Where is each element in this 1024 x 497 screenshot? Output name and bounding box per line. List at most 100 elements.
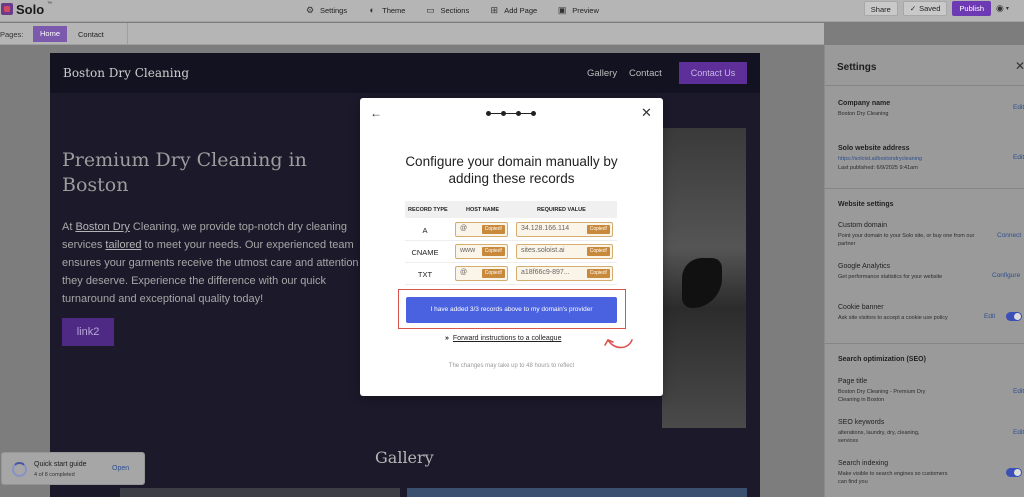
solo-logo[interactable]: Solo ™ — [0, 0, 52, 18]
search-indexing-desc: Make visible to search engines so custom… — [838, 471, 948, 485]
table-row: CNAME www Copied! sites.soloist.ai Copie… — [405, 241, 617, 263]
nav-add-page-button[interactable]: ⊞ Add Page — [489, 3, 537, 17]
column-header-record-type: RECORD TYPE — [408, 207, 448, 213]
copied-badge[interactable]: Copied! — [586, 225, 610, 234]
company-name-label: Company name — [838, 100, 891, 107]
nav-settings-label: Settings — [320, 5, 348, 15]
hero-text-part: Cleaning, we provide top-notch dry clean… — [129, 221, 347, 233]
table-row: TXT @ Copied! a18f66c9-897... Copied! — [405, 263, 617, 285]
website-address-link[interactable]: https://soloist.ai/bostondrycleaning — [838, 155, 988, 163]
record-type: CNAME — [411, 248, 439, 257]
google-analytics-desc: Get performance statistics for your webs… — [838, 274, 943, 280]
nav-theme-button[interactable]: ◐ Theme — [367, 3, 405, 17]
settings-title: Settings — [837, 62, 877, 73]
seo-keywords-label: SEO keywords — [838, 419, 885, 426]
site-header: Boston Dry Cleaning Gallery Contact Cont… — [50, 53, 760, 93]
page-tab-home[interactable]: Home — [33, 26, 67, 42]
edit-cookie-banner-button[interactable]: Edit — [984, 313, 995, 320]
host-name-field[interactable]: www Copied! — [455, 244, 508, 259]
copied-badge[interactable]: Copied! — [481, 269, 505, 278]
site-nav-contact[interactable]: Contact — [629, 68, 662, 79]
share-button[interactable]: Share — [863, 1, 898, 16]
nav-theme-label: Theme — [382, 5, 406, 15]
hero-link-tailored[interactable]: tailored — [105, 239, 141, 251]
table-header: RECORD TYPE HOST NAME REQUIRED VALUE — [405, 201, 617, 218]
required-value-field[interactable]: a18f66c9-897... Copied! — [516, 266, 613, 281]
site-nav-gallery[interactable]: Gallery — [587, 68, 617, 79]
close-icon[interactable]: ✕ — [1015, 59, 1024, 73]
step-dot — [531, 111, 536, 116]
hero-button[interactable]: link2 — [62, 318, 114, 346]
edit-company-name-button[interactable]: Edit — [1013, 104, 1024, 111]
page-title-value: Boston Dry Cleaning - Premium Dry Cleani… — [838, 389, 926, 403]
quick-start-open-button[interactable]: Open — [112, 465, 129, 472]
last-published: Last published: 6/9/2025 9:41am — [838, 165, 918, 171]
required-value: 34.128.166.114 — [521, 225, 570, 232]
cookie-banner-toggle[interactable] — [1006, 312, 1022, 321]
changes-note: The changes may take up to 48 hours to r… — [448, 363, 575, 369]
configure-analytics-button[interactable]: Configure — [992, 272, 1020, 279]
host-name-value: @ — [460, 269, 468, 276]
add-page-icon: ⊞ — [490, 5, 498, 15]
nav-preview-label: Preview — [572, 5, 599, 15]
edit-seo-keywords-button[interactable]: Edit — [1013, 429, 1024, 436]
pages-divider — [127, 23, 128, 45]
required-value: sites.soloist.ai — [521, 247, 565, 254]
gallery-image — [120, 488, 400, 497]
pages-label: Pages: — [0, 30, 24, 39]
forward-instructions[interactable]: » Forward instructions to a colleague — [445, 335, 561, 342]
quick-start-title: Quick start guide — [34, 461, 87, 468]
forward-instructions-link[interactable]: Forward instructions to a colleague — [453, 335, 562, 342]
seo-keywords-value: alterations, laundry, dry, cleaning, ser… — [838, 430, 920, 444]
host-name-field[interactable]: @ Copied! — [455, 266, 508, 281]
host-name-field[interactable]: @ Copied! — [455, 222, 508, 237]
saved-button[interactable]: ✓ Saved — [902, 1, 948, 16]
close-icon[interactable]: ✕ — [641, 105, 652, 121]
step-indicator — [486, 111, 536, 117]
hero-text-line: they deserve. Experience the difference … — [62, 275, 326, 287]
nav-preview-button[interactable]: ▣ Preview — [557, 3, 599, 17]
custom-domain-label: Custom domain — [838, 222, 888, 229]
page-tab-contact[interactable]: Contact — [78, 30, 104, 39]
preview-icon: ▣ — [557, 5, 567, 15]
double-chevron-right-icon: » — [445, 335, 449, 342]
table-row: A @ Copied! 34.128.166.114 Copied! — [405, 219, 617, 241]
cookie-banner-label: Cookie banner — [838, 304, 884, 311]
custom-domain-desc: Point your domain to your Solo site, or … — [838, 233, 975, 247]
records-added-button[interactable]: I have added 3/3 records above to my dom… — [406, 297, 617, 323]
copied-badge[interactable]: Copied! — [481, 225, 505, 234]
solo-logo-icon — [1, 3, 13, 15]
saved-label: Saved — [919, 4, 941, 13]
step-dot — [516, 111, 521, 116]
gallery-image — [407, 488, 747, 497]
copied-badge[interactable]: Copied! — [586, 247, 610, 256]
site-brand[interactable]: Boston Dry Cleaning — [63, 66, 189, 80]
copied-badge[interactable]: Copied! — [481, 247, 505, 256]
publish-button[interactable]: Publish — [952, 1, 991, 16]
back-arrow-icon[interactable]: ← — [370, 106, 382, 120]
user-icon: ◉ — [996, 3, 1004, 13]
search-indexing-toggle[interactable] — [1006, 468, 1022, 477]
copied-badge[interactable]: Copied! — [586, 269, 610, 278]
account-menu[interactable]: ◉ ▾ — [996, 1, 1024, 16]
divider — [825, 343, 1024, 344]
hero-text-line: turnaround and exceptional quality today… — [62, 293, 264, 305]
top-toolbar: Solo ™ ⚙ Settings ◐ Theme ▭ Sections ⊞ A… — [0, 0, 1024, 22]
column-header-host-name: HOST NAME — [466, 207, 499, 213]
divider — [825, 188, 1024, 189]
connect-domain-button[interactable]: Connect — [997, 232, 1021, 239]
cookie-banner-desc: Ask site visitors to accept a cookie use… — [838, 315, 948, 321]
chevron-down-icon: ▾ — [1005, 6, 1009, 12]
nav-sections-button[interactable]: ▭ Sections — [425, 3, 469, 17]
required-value-field[interactable]: sites.soloist.ai Copied! — [516, 244, 613, 259]
required-value-field[interactable]: 34.128.166.114 Copied! — [516, 222, 613, 237]
hero-text: At Boston Dry Cleaning, we provide top-n… — [62, 218, 372, 308]
nav-settings-button[interactable]: ⚙ Settings — [305, 3, 347, 17]
contact-us-button[interactable]: Contact Us — [679, 62, 747, 84]
hero-image — [662, 128, 746, 428]
palette-icon: ◐ — [369, 5, 375, 15]
hero-link-boston-dry[interactable]: Boston Dry — [75, 221, 129, 233]
edit-page-title-button[interactable]: Edit — [1013, 388, 1024, 395]
page-title-label: Page title — [838, 378, 868, 385]
edit-address-button[interactable]: Edit — [1013, 154, 1024, 161]
